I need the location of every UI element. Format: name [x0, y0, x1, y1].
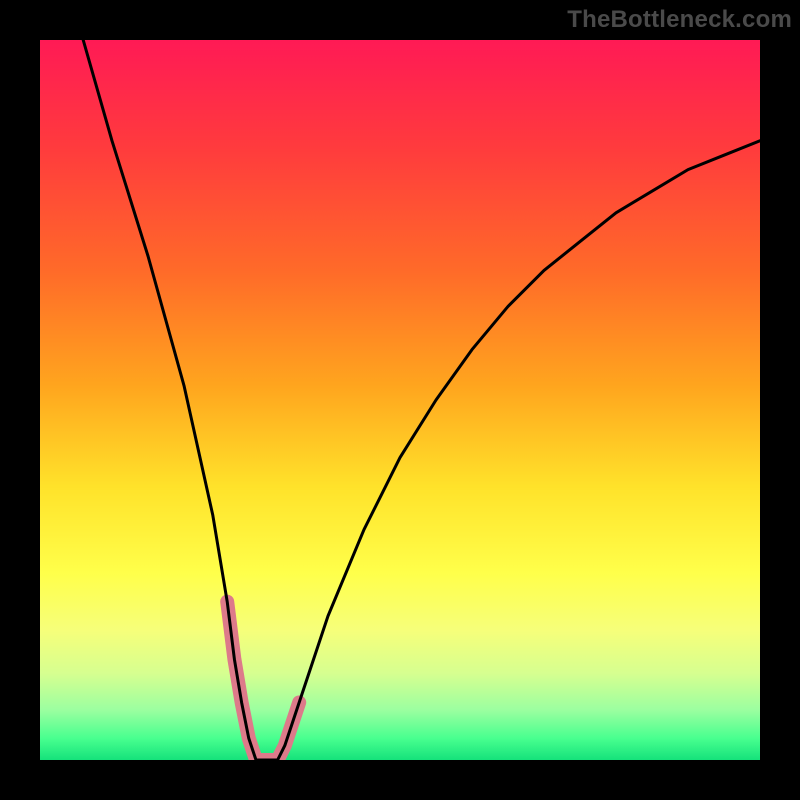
gradient-background	[40, 40, 760, 760]
watermark-text: TheBottleneck.com	[567, 6, 792, 34]
chart-frame: TheBottleneck.com	[0, 0, 800, 800]
bottleneck-chart-svg	[40, 40, 760, 760]
plot-area	[40, 40, 760, 760]
